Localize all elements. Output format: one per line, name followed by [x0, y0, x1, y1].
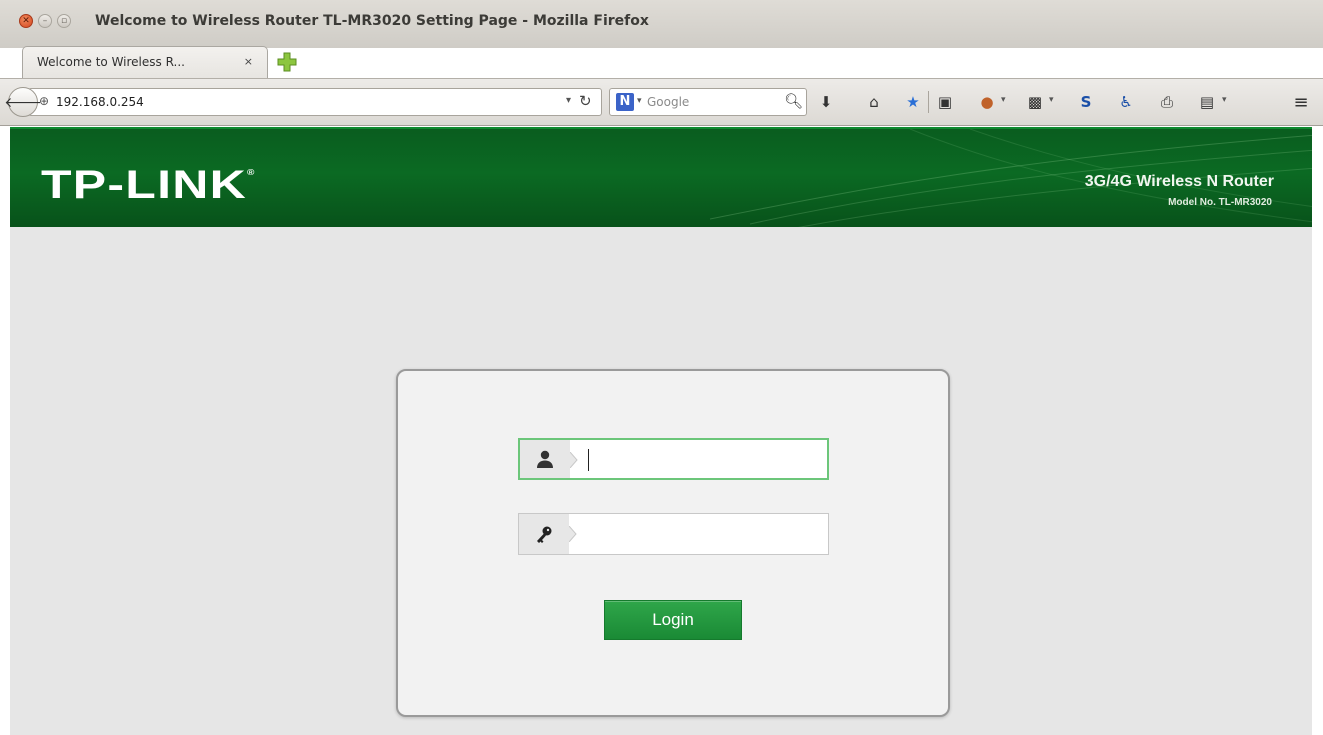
router-header: TP-LINK® 3G/4G Wireless N Router Model N… [10, 127, 1312, 227]
browser-tab[interactable]: Welcome to Wireless R... × [22, 46, 268, 78]
briefcase-icon[interactable]: ▣ [934, 91, 956, 113]
search-bar[interactable]: N ▾ 🔍︎ [609, 88, 807, 116]
hamburger-menu-icon[interactable]: ≡ [1290, 91, 1312, 113]
navigation-bar: ⊕ 192.168.0.254 ▾ ↻ 🡐 N ▾ 🔍︎ ⬇ ⌂ ★ ▣ ● ▾… [0, 78, 1323, 126]
username-field-wrapper[interactable] [518, 438, 829, 480]
login-button[interactable]: Login [604, 600, 742, 640]
reload-icon[interactable]: ↻ [579, 92, 592, 110]
key-icon [519, 514, 569, 554]
addon-cookie-icon[interactable]: ● [976, 91, 998, 113]
window-title: Welcome to Wireless Router TL-MR3020 Set… [95, 13, 649, 29]
tp-link-logo: TP-LINK® [41, 163, 256, 207]
addon-note-dropdown-icon[interactable]: ▾ [1222, 95, 1227, 105]
page-viewport: TP-LINK® 3G/4G Wireless N Router Model N… [10, 127, 1312, 735]
password-input[interactable] [581, 520, 821, 548]
url-text[interactable]: 192.168.0.254 [56, 95, 144, 109]
login-panel: Login [396, 369, 950, 717]
print-icon[interactable]: ⎙ [1156, 91, 1178, 113]
window-maximize-button[interactable]: ▫ [57, 14, 71, 28]
download-icon[interactable]: ⬇ [815, 91, 837, 113]
addon-s-icon[interactable]: S [1075, 91, 1097, 113]
bookmark-star-icon[interactable]: ★ [902, 91, 924, 113]
username-input[interactable] [582, 446, 822, 474]
window-titlebar: ✕ – ▫ Welcome to Wireless Router TL-MR30… [0, 0, 1323, 48]
addon-accessibility-icon[interactable]: ♿ [1115, 91, 1137, 113]
addon-cookie-dropdown-icon[interactable]: ▾ [1001, 95, 1006, 105]
addon-blocker-dropdown-icon[interactable]: ▾ [1049, 95, 1054, 105]
tab-close-icon[interactable]: × [244, 55, 253, 68]
maximize-icon: ▫ [60, 15, 68, 26]
search-input[interactable] [647, 92, 767, 112]
window-minimize-button[interactable]: – [38, 14, 52, 28]
home-icon[interactable]: ⌂ [863, 91, 885, 113]
field-notch [570, 452, 578, 468]
plus-icon [277, 52, 297, 72]
addon-blocker-icon[interactable]: ▩ [1024, 91, 1046, 113]
history-dropdown-icon[interactable]: ▾ [566, 95, 571, 106]
search-engine-icon[interactable]: N [616, 93, 634, 111]
window-close-button[interactable]: ✕ [19, 14, 33, 28]
back-arrow-icon: 🡐 [4, 94, 42, 111]
text-caret [588, 449, 589, 471]
back-button[interactable]: 🡐 [4, 87, 42, 117]
product-name: 3G/4G Wireless N Router [1084, 173, 1274, 190]
minimize-icon: – [42, 15, 48, 26]
password-field-wrapper[interactable] [518, 513, 829, 555]
toolbar-separator [928, 91, 929, 113]
url-bar[interactable]: ⊕ 192.168.0.254 ▾ ↻ [28, 88, 602, 116]
new-tab-button[interactable] [276, 51, 298, 73]
addon-note-icon[interactable]: ▤ [1196, 91, 1218, 113]
close-icon: ✕ [22, 15, 30, 26]
tab-label: Welcome to Wireless R... [37, 55, 185, 69]
field-notch [569, 526, 577, 542]
model-number: Model No. TL-MR3020 [1168, 197, 1272, 208]
user-icon [520, 440, 570, 478]
search-engine-dropdown-icon[interactable]: ▾ [637, 96, 642, 106]
search-magnifier-icon[interactable]: 🔍︎ [784, 92, 803, 110]
